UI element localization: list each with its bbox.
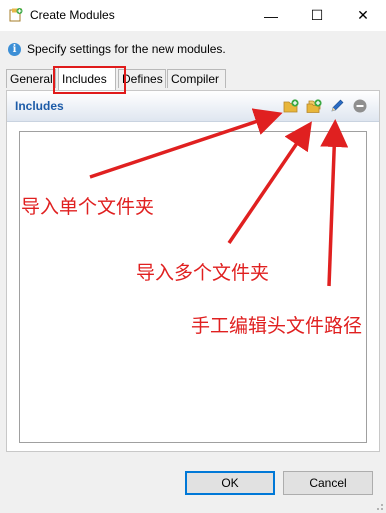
annotation-single-folder: 导入单个文件夹 [21, 196, 155, 218]
panel-header: Includes [7, 91, 379, 122]
app-icon [9, 8, 23, 22]
close-button[interactable]: ✕ [340, 0, 386, 31]
add-folder-icon[interactable] [283, 98, 299, 114]
includes-list[interactable] [19, 131, 367, 443]
ok-button[interactable]: OK [185, 471, 275, 495]
annotation-manual-path: 手工编辑头文件路径 [191, 315, 363, 337]
remove-icon[interactable] [352, 98, 368, 114]
tab-general[interactable]: General [6, 69, 56, 88]
edit-pencil-icon[interactable] [329, 98, 345, 114]
resize-grip-icon[interactable] [374, 501, 384, 511]
minimize-button[interactable]: — [248, 0, 294, 31]
info-icon: i [8, 42, 21, 56]
info-row: i Specify settings for the new modules. [8, 41, 226, 57]
cancel-button[interactable]: Cancel [283, 471, 373, 495]
title-bar: Create Modules — ☐ ✕ [0, 0, 386, 31]
window-title: Create Modules [30, 8, 115, 22]
panel-title: Includes [15, 99, 64, 113]
maximize-button[interactable]: ☐ [294, 0, 340, 31]
add-folders-icon[interactable] [306, 98, 322, 114]
annotation-multi-folder: 导入多个文件夹 [136, 262, 270, 284]
info-text: Specify settings for the new modules. [27, 42, 226, 56]
tab-highlight-box [53, 66, 126, 94]
tab-compiler[interactable]: Compiler [167, 69, 226, 88]
